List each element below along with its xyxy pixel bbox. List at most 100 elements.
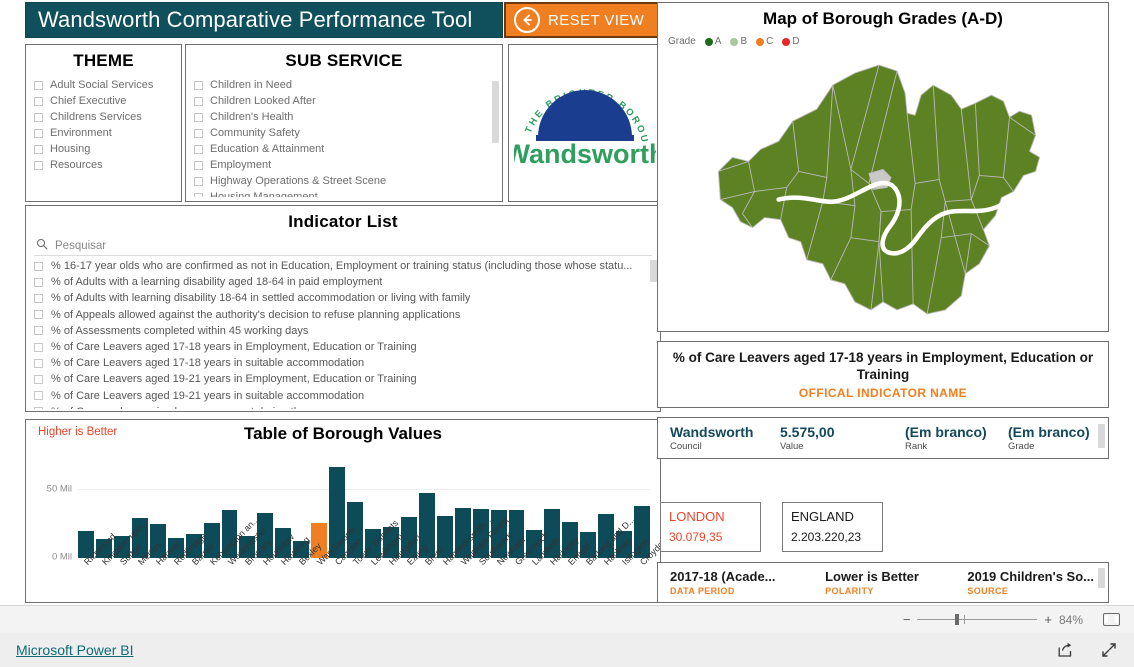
indicator-item[interactable]: % of Carers who received an assessment d… <box>34 404 652 409</box>
sub-service-item[interactable]: Children's Health <box>194 109 494 125</box>
sub-service-item[interactable]: Community Safety <box>194 125 494 141</box>
legend-entry-d[interactable]: D <box>777 36 800 47</box>
checkbox-icon[interactable] <box>194 112 203 122</box>
indicator-item[interactable]: % 16-17 year olds who are confirmed as n… <box>34 258 652 274</box>
indicator-search-row[interactable]: Pesquisar <box>34 236 652 256</box>
checkbox-icon[interactable] <box>34 326 43 336</box>
sub-service-item[interactable]: Education & Attainment <box>194 141 494 157</box>
indicator-list-scrollbar[interactable] <box>650 260 657 282</box>
indicator-item[interactable]: % of Adults with a learning disability a… <box>34 274 652 290</box>
indicator-items[interactable]: % 16-17 year olds who are confirmed as n… <box>34 258 652 409</box>
indicator-item[interactable]: % of Assessments completed within 45 wor… <box>34 323 652 339</box>
chart-x-label: Camden <box>329 536 364 603</box>
checkbox-icon[interactable] <box>194 160 203 170</box>
checkbox-icon[interactable] <box>34 293 43 303</box>
checkbox-icon[interactable] <box>34 96 43 106</box>
search-input[interactable]: Pesquisar <box>55 240 106 252</box>
fit-to-page-icon[interactable] <box>1103 613 1120 626</box>
sub-service-item[interactable]: Children Looked After <box>194 93 494 109</box>
indicator-item[interactable]: % of Care Leavers aged 17-18 years in su… <box>34 355 652 371</box>
kpi-scrollbar[interactable] <box>1098 424 1105 448</box>
fullscreen-icon[interactable] <box>1100 641 1118 659</box>
sub-service-slicer[interactable]: SUB SERVICE Children in Need Children Lo… <box>185 44 503 202</box>
zoom-control[interactable]: − + 84% <box>903 613 1089 627</box>
indicator-item-label: % of Appeals allowed against the authori… <box>51 308 461 321</box>
checkbox-icon[interactable] <box>34 358 43 368</box>
sub-service-item-label: Community Safety <box>210 127 300 139</box>
indicator-list-title: Indicator List <box>288 212 398 231</box>
meta-source: 2019 Children's So... SOURCE <box>967 569 1094 596</box>
checkbox-icon[interactable] <box>34 112 43 122</box>
theme-item[interactable]: Resources <box>34 157 173 173</box>
legend-entry-b[interactable]: B <box>725 36 747 47</box>
sub-service-item[interactable]: Children in Need <box>194 77 494 93</box>
meta-label: SOURCE <box>967 586 1009 596</box>
checkbox-icon[interactable] <box>34 374 43 384</box>
checkbox-icon[interactable] <box>194 96 203 106</box>
council-kpi-card[interactable]: Wandsworth Council 5.575,00 Value (Em br… <box>657 417 1109 459</box>
checkbox-icon[interactable] <box>34 160 43 170</box>
checkbox-icon[interactable] <box>194 80 203 90</box>
zoom-in-button[interactable]: + <box>1044 613 1052 626</box>
checkbox-icon[interactable] <box>34 277 43 287</box>
chart-x-label: Hammersmith... <box>437 515 493 603</box>
sub-service-item[interactable]: Highway Operations & Street Scene <box>194 173 494 189</box>
indicator-item[interactable]: % of Care Leavers aged 19-21 years in su… <box>34 388 652 404</box>
indicator-item[interactable]: % of Care Leavers aged 17-18 years in Em… <box>34 339 652 355</box>
london-boroughs-map-icon[interactable] <box>658 51 1108 327</box>
checkbox-icon[interactable] <box>194 128 203 138</box>
theme-item[interactable]: Housing <box>34 141 173 157</box>
share-icon[interactable] <box>1056 641 1074 659</box>
indicator-item-label: % of Care Leavers aged 17-18 years in su… <box>51 357 365 370</box>
zoom-slider[interactable] <box>917 614 1038 625</box>
chart-x-label: Westminster <box>222 525 268 603</box>
checkbox-icon[interactable] <box>34 144 43 154</box>
borough-grades-map[interactable]: Map of Borough Grades (A-D) Grade A B C <box>657 2 1109 332</box>
checkbox-icon[interactable] <box>34 80 43 90</box>
checkbox-icon[interactable] <box>34 391 43 401</box>
zoom-out-button[interactable]: − <box>903 613 911 626</box>
meta-scrollbar[interactable] <box>1098 568 1105 588</box>
chart-x-label: Brent <box>419 545 445 603</box>
sub-service-item-label: Children in Need <box>210 79 292 91</box>
theme-slicer-title: THEME <box>73 51 134 70</box>
indicator-item-label: % 16-17 year olds who are confirmed as n… <box>51 260 633 273</box>
borough-values-chart[interactable]: Higher is Better Table of Borough Values… <box>25 419 669 603</box>
theme-slicer-list[interactable]: Adult Social Services Chief Executive Ch… <box>34 77 173 197</box>
checkbox-icon[interactable] <box>34 407 43 409</box>
checkbox-icon[interactable] <box>194 144 203 154</box>
checkbox-icon[interactable] <box>34 310 43 320</box>
chart-x-label: Croydon <box>634 536 669 603</box>
powerbi-brand-link[interactable]: Microsoft Power BI <box>16 642 133 658</box>
legend-label: A <box>714 36 722 47</box>
checkbox-icon[interactable] <box>34 261 43 271</box>
kpi-value-col: 5.575,00 Value <box>780 424 905 452</box>
theme-item[interactable]: Childrens Services <box>34 109 173 125</box>
map-shape-holder[interactable] <box>658 51 1108 327</box>
sub-service-slicer-list[interactable]: Children in Need Children Looked After C… <box>194 77 494 197</box>
england-name: ENGLAND <box>791 509 854 524</box>
reset-view-button[interactable]: RESET VIEW <box>504 2 661 38</box>
checkbox-icon[interactable] <box>194 192 203 197</box>
chart-x-label: Islington <box>616 536 651 603</box>
checkbox-icon[interactable] <box>194 176 203 186</box>
theme-item[interactable]: Adult Social Services <box>34 77 173 93</box>
sub-service-scrollbar[interactable] <box>492 81 499 143</box>
theme-item[interactable]: Chief Executive <box>34 93 173 109</box>
theme-item[interactable]: Environment <box>34 125 173 141</box>
chart-x-label: Richmond <box>78 531 118 603</box>
checkbox-icon[interactable] <box>34 128 43 138</box>
sub-service-item[interactable]: Housing Management <box>194 189 494 197</box>
checkbox-icon[interactable] <box>34 342 43 352</box>
theme-item-label: Resources <box>50 159 103 171</box>
indicator-meta-card[interactable]: 2017-18 (Acade... DATA PERIOD Lower is B… <box>657 562 1109 603</box>
legend-entry-a[interactable]: A <box>700 36 722 47</box>
indicator-item[interactable]: % of Adults with learning disability 18-… <box>34 290 652 306</box>
indicator-item[interactable]: % of Care Leavers aged 19-21 years in Em… <box>34 371 652 387</box>
indicator-item[interactable]: % of Appeals allowed against the authori… <box>34 307 652 323</box>
sub-service-item[interactable]: Employment <box>194 157 494 173</box>
legend-entry-c[interactable]: C <box>751 36 773 47</box>
theme-slicer[interactable]: THEME Adult Social Services Chief Execut… <box>25 44 182 202</box>
zoom-slider-thumb[interactable] <box>955 614 960 625</box>
indicator-list-panel[interactable]: Indicator List Pesquisar % 16-17 year ol… <box>25 205 661 412</box>
